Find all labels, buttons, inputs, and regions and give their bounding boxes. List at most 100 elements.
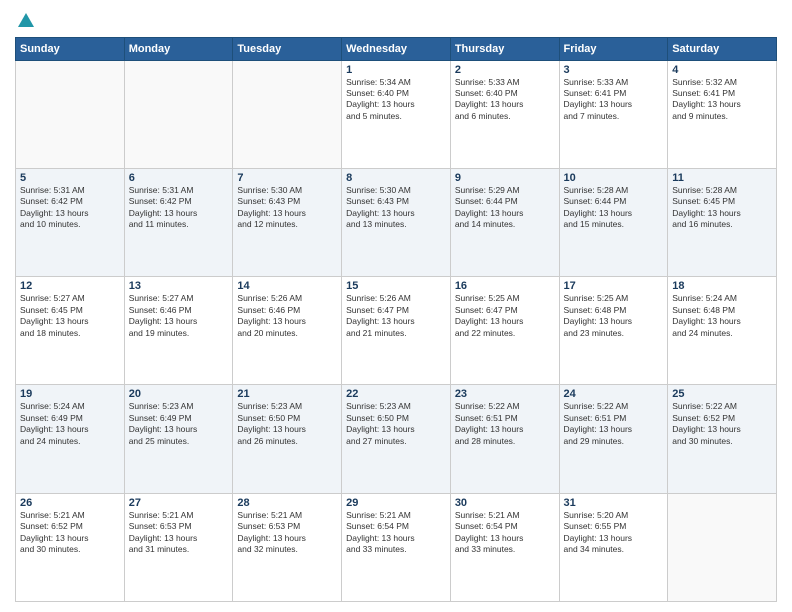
page: SundayMondayTuesdayWednesdayThursdayFrid… [0, 0, 792, 612]
calendar-cell: 26Sunrise: 5:21 AMSunset: 6:52 PMDayligh… [16, 493, 125, 601]
calendar-week-4: 19Sunrise: 5:24 AMSunset: 6:49 PMDayligh… [16, 385, 777, 493]
day-number: 14 [237, 280, 337, 292]
calendar-table: SundayMondayTuesdayWednesdayThursdayFrid… [15, 37, 777, 602]
calendar-cell [233, 60, 342, 168]
day-number: 21 [237, 388, 337, 400]
day-info: Sunrise: 5:25 AMSunset: 6:47 PMDaylight:… [455, 293, 555, 339]
day-info: Sunrise: 5:26 AMSunset: 6:47 PMDaylight:… [346, 293, 446, 339]
day-info: Sunrise: 5:28 AMSunset: 6:44 PMDaylight:… [564, 185, 664, 231]
day-info: Sunrise: 5:28 AMSunset: 6:45 PMDaylight:… [672, 185, 772, 231]
day-info: Sunrise: 5:25 AMSunset: 6:48 PMDaylight:… [564, 293, 664, 339]
day-info: Sunrise: 5:27 AMSunset: 6:45 PMDaylight:… [20, 293, 120, 339]
day-info: Sunrise: 5:21 AMSunset: 6:53 PMDaylight:… [129, 510, 229, 556]
day-number: 5 [20, 172, 120, 184]
day-info: Sunrise: 5:26 AMSunset: 6:46 PMDaylight:… [237, 293, 337, 339]
calendar-cell: 27Sunrise: 5:21 AMSunset: 6:53 PMDayligh… [124, 493, 233, 601]
day-number: 27 [129, 497, 229, 509]
day-number: 19 [20, 388, 120, 400]
logo-text [15, 10, 36, 31]
calendar-cell: 10Sunrise: 5:28 AMSunset: 6:44 PMDayligh… [559, 168, 668, 276]
day-number: 13 [129, 280, 229, 292]
day-number: 9 [455, 172, 555, 184]
day-header-wednesday: Wednesday [342, 37, 451, 60]
day-header-thursday: Thursday [450, 37, 559, 60]
calendar-cell: 8Sunrise: 5:30 AMSunset: 6:43 PMDaylight… [342, 168, 451, 276]
day-info: Sunrise: 5:33 AMSunset: 6:40 PMDaylight:… [455, 77, 555, 123]
calendar-cell: 13Sunrise: 5:27 AMSunset: 6:46 PMDayligh… [124, 277, 233, 385]
calendar-cell: 11Sunrise: 5:28 AMSunset: 6:45 PMDayligh… [668, 168, 777, 276]
day-number: 25 [672, 388, 772, 400]
day-info: Sunrise: 5:22 AMSunset: 6:52 PMDaylight:… [672, 401, 772, 447]
day-info: Sunrise: 5:20 AMSunset: 6:55 PMDaylight:… [564, 510, 664, 556]
day-header-saturday: Saturday [668, 37, 777, 60]
calendar-week-1: 1Sunrise: 5:34 AMSunset: 6:40 PMDaylight… [16, 60, 777, 168]
calendar-cell: 29Sunrise: 5:21 AMSunset: 6:54 PMDayligh… [342, 493, 451, 601]
day-header-tuesday: Tuesday [233, 37, 342, 60]
calendar-cell: 14Sunrise: 5:26 AMSunset: 6:46 PMDayligh… [233, 277, 342, 385]
logo-icon [16, 11, 36, 31]
day-number: 3 [564, 64, 664, 76]
day-number: 2 [455, 64, 555, 76]
calendar-cell: 17Sunrise: 5:25 AMSunset: 6:48 PMDayligh… [559, 277, 668, 385]
calendar-cell: 5Sunrise: 5:31 AMSunset: 6:42 PMDaylight… [16, 168, 125, 276]
day-number: 30 [455, 497, 555, 509]
calendar-cell: 3Sunrise: 5:33 AMSunset: 6:41 PMDaylight… [559, 60, 668, 168]
day-number: 10 [564, 172, 664, 184]
day-info: Sunrise: 5:21 AMSunset: 6:53 PMDaylight:… [237, 510, 337, 556]
calendar-cell: 4Sunrise: 5:32 AMSunset: 6:41 PMDaylight… [668, 60, 777, 168]
day-number: 1 [346, 64, 446, 76]
day-info: Sunrise: 5:22 AMSunset: 6:51 PMDaylight:… [564, 401, 664, 447]
day-header-friday: Friday [559, 37, 668, 60]
day-number: 4 [672, 64, 772, 76]
calendar-cell: 12Sunrise: 5:27 AMSunset: 6:45 PMDayligh… [16, 277, 125, 385]
day-number: 31 [564, 497, 664, 509]
day-info: Sunrise: 5:21 AMSunset: 6:54 PMDaylight:… [455, 510, 555, 556]
logo [15, 10, 36, 31]
calendar-cell [16, 60, 125, 168]
calendar-cell: 18Sunrise: 5:24 AMSunset: 6:48 PMDayligh… [668, 277, 777, 385]
day-number: 16 [455, 280, 555, 292]
calendar-cell: 20Sunrise: 5:23 AMSunset: 6:49 PMDayligh… [124, 385, 233, 493]
calendar-cell: 7Sunrise: 5:30 AMSunset: 6:43 PMDaylight… [233, 168, 342, 276]
day-info: Sunrise: 5:23 AMSunset: 6:50 PMDaylight:… [237, 401, 337, 447]
day-info: Sunrise: 5:33 AMSunset: 6:41 PMDaylight:… [564, 77, 664, 123]
calendar-cell: 31Sunrise: 5:20 AMSunset: 6:55 PMDayligh… [559, 493, 668, 601]
calendar-cell: 25Sunrise: 5:22 AMSunset: 6:52 PMDayligh… [668, 385, 777, 493]
day-info: Sunrise: 5:24 AMSunset: 6:48 PMDaylight:… [672, 293, 772, 339]
day-number: 7 [237, 172, 337, 184]
day-number: 15 [346, 280, 446, 292]
day-info: Sunrise: 5:22 AMSunset: 6:51 PMDaylight:… [455, 401, 555, 447]
day-header-monday: Monday [124, 37, 233, 60]
day-info: Sunrise: 5:31 AMSunset: 6:42 PMDaylight:… [20, 185, 120, 231]
day-number: 6 [129, 172, 229, 184]
calendar-cell: 15Sunrise: 5:26 AMSunset: 6:47 PMDayligh… [342, 277, 451, 385]
day-number: 11 [672, 172, 772, 184]
calendar-cell [668, 493, 777, 601]
day-number: 12 [20, 280, 120, 292]
calendar-cell: 9Sunrise: 5:29 AMSunset: 6:44 PMDaylight… [450, 168, 559, 276]
day-number: 24 [564, 388, 664, 400]
day-number: 23 [455, 388, 555, 400]
day-info: Sunrise: 5:24 AMSunset: 6:49 PMDaylight:… [20, 401, 120, 447]
day-info: Sunrise: 5:34 AMSunset: 6:40 PMDaylight:… [346, 77, 446, 123]
day-info: Sunrise: 5:21 AMSunset: 6:54 PMDaylight:… [346, 510, 446, 556]
calendar-week-5: 26Sunrise: 5:21 AMSunset: 6:52 PMDayligh… [16, 493, 777, 601]
calendar-cell: 6Sunrise: 5:31 AMSunset: 6:42 PMDaylight… [124, 168, 233, 276]
day-info: Sunrise: 5:23 AMSunset: 6:50 PMDaylight:… [346, 401, 446, 447]
calendar-cell: 16Sunrise: 5:25 AMSunset: 6:47 PMDayligh… [450, 277, 559, 385]
day-number: 22 [346, 388, 446, 400]
day-number: 18 [672, 280, 772, 292]
calendar-cell: 21Sunrise: 5:23 AMSunset: 6:50 PMDayligh… [233, 385, 342, 493]
calendar-cell: 23Sunrise: 5:22 AMSunset: 6:51 PMDayligh… [450, 385, 559, 493]
day-info: Sunrise: 5:21 AMSunset: 6:52 PMDaylight:… [20, 510, 120, 556]
calendar-cell [124, 60, 233, 168]
day-number: 8 [346, 172, 446, 184]
day-number: 20 [129, 388, 229, 400]
day-info: Sunrise: 5:30 AMSunset: 6:43 PMDaylight:… [237, 185, 337, 231]
day-info: Sunrise: 5:29 AMSunset: 6:44 PMDaylight:… [455, 185, 555, 231]
day-number: 26 [20, 497, 120, 509]
day-header-sunday: Sunday [16, 37, 125, 60]
calendar-cell: 30Sunrise: 5:21 AMSunset: 6:54 PMDayligh… [450, 493, 559, 601]
calendar-cell: 24Sunrise: 5:22 AMSunset: 6:51 PMDayligh… [559, 385, 668, 493]
day-number: 28 [237, 497, 337, 509]
